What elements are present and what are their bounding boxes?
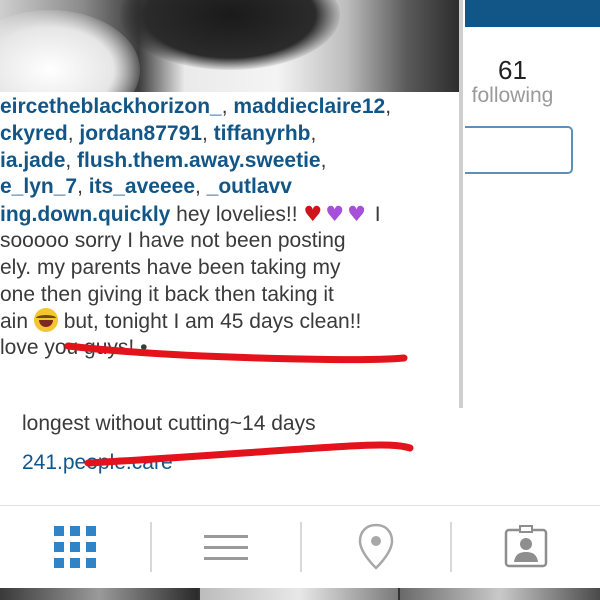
laughing-face-icon [33,308,58,333]
caption-text: hey lovelies!! [170,203,304,227]
caption-line: ckyred, jordan87791, tiffanyrhb, [0,121,456,148]
red-heart-icon: ♥ [303,202,323,227]
caption-line: ia.jade, flush.them.away.sweetie, [0,148,456,175]
username-link[interactable]: eircetheblackhorizon_ [0,95,222,118]
username-link[interactable]: _outlavv [207,175,292,198]
caption-text: I [368,203,381,227]
username-link[interactable]: ia.jade [0,149,65,172]
caption-text: , [67,121,80,145]
caption-text: , [385,95,392,118]
caption-text: ain [0,310,34,334]
username-link[interactable]: maddieclaire12 [233,95,385,118]
tab-tagged[interactable] [452,506,600,588]
caption-text: ely. my parents have been taking my [0,255,341,279]
stat-line: longest without cutting~14 days [22,412,316,435]
edit-profile-button[interactable] [465,126,573,174]
caption-text: , [195,175,207,199]
username-link[interactable]: ckyred [0,122,68,145]
grid-icon [54,526,96,568]
username-link[interactable]: jordan87791 [79,122,202,145]
post-caption: eircetheblackhorizon_, maddieclaire12, ck… [0,94,456,362]
username-link[interactable]: flush.them.away.sweetie [77,149,321,172]
list-icon [204,527,248,568]
username-link[interactable]: tiffanyrhb [214,122,311,145]
username-link[interactable]: e_lyn_7 [0,175,77,198]
caption-line: ing.down.quickly hey lovelies!! ♥ ♥ ♥ I [0,201,456,228]
purple-heart-icon: ♥ [325,202,345,227]
scroll-divider [459,0,463,408]
post-photo[interactable] [0,0,462,92]
photo-highlight [0,10,140,92]
photo-grid-peek [0,588,600,600]
website-link[interactable]: 241.people.care [22,451,173,475]
tab-list[interactable] [152,506,300,588]
tagged-person-icon [504,525,548,568]
username-link[interactable]: its_aveeee [89,175,195,198]
caption-text: , [201,121,214,145]
caption-text: , [77,175,89,199]
caption-line: ely. my parents have been taking my [0,255,456,282]
caption-text: one then giving it back then taking it [0,282,334,306]
caption-line: sooooo sorry I have not been posting [0,228,456,255]
caption-text: , [320,148,327,172]
following-count[interactable]: 61 [465,55,560,86]
caption-line: love you guys! • [0,335,456,362]
photo-shadow [120,0,340,70]
caption-line: ain but, tonight I am 45 days clean!! [0,308,456,335]
caption-text: love you guys! • [0,336,148,360]
caption-line: e_lyn_7, its_aveeee, _outlavv [0,174,456,201]
tab-grid[interactable] [0,506,150,588]
username-link[interactable]: ing.down.quickly [0,203,170,226]
caption-text: sooooo sorry I have not been posting [0,228,346,252]
caption-text: but, tonight I am 45 days clean!! [57,310,362,334]
caption-text: , [310,121,317,145]
profile-tab-bar [0,505,600,588]
caption-text: , [221,95,234,118]
caption-line: one then giving it back then taking it [0,282,456,309]
caption-text: , [65,148,78,172]
header-bar [465,0,600,27]
location-pin-icon [358,523,394,570]
caption-line: eircetheblackhorizon_, maddieclaire12, [0,94,456,121]
purple-heart-icon: ♥ [347,202,366,227]
tab-location[interactable] [302,506,450,588]
following-label[interactable]: following [465,84,560,108]
